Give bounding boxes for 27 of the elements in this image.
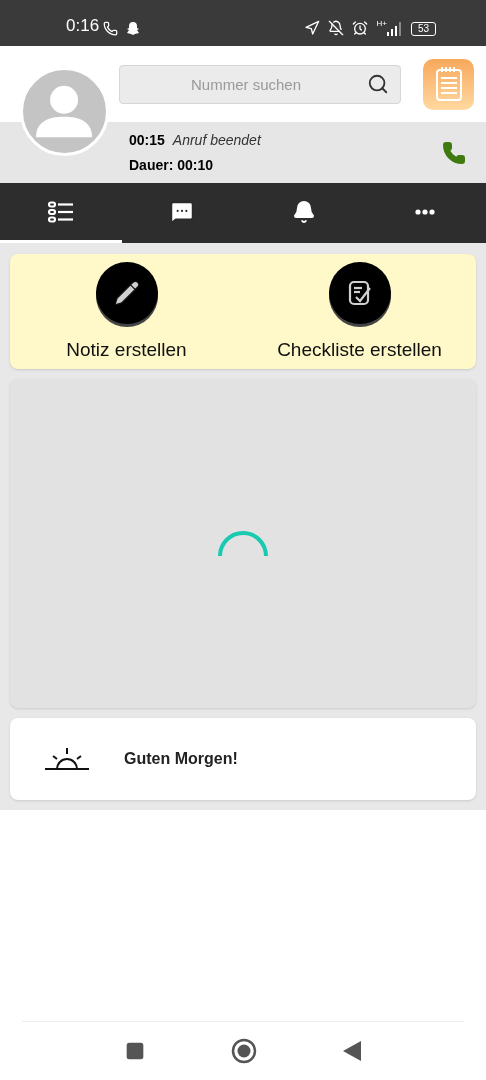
alarm-icon: [352, 20, 369, 36]
ghost-icon: [126, 21, 141, 36]
create-button[interactable]: Checkliste erstellen: [243, 254, 476, 369]
search-icon[interactable]: [367, 72, 389, 95]
call-time: 00:15: [129, 130, 165, 150]
signal-icon: [386, 22, 403, 36]
call-status: Anruf beendet: [172, 130, 261, 150]
recents-icon[interactable]: [125, 1041, 145, 1061]
call-duration: Dauer: 00:10: [129, 155, 215, 175]
phone-icon[interactable]: [442, 140, 466, 165]
bell-icon: [291, 199, 316, 224]
battery-indicator: 53: [410, 22, 436, 36]
notepad-icon: [434, 66, 463, 102]
greeting-text: Guten Morgen!: [124, 749, 238, 769]
mute-icon: [328, 20, 345, 36]
home-icon[interactable]: [231, 1038, 257, 1064]
network-label: H+: [376, 20, 387, 28]
more-icon: [415, 208, 436, 215]
search-field[interactable]: Nummer suchen: [119, 64, 401, 104]
back-icon[interactable]: [343, 1041, 361, 1061]
clock: 0:16: [66, 14, 100, 37]
pencil-icon: [112, 279, 141, 307]
create-button[interactable]: Notiz erstellen: [10, 254, 243, 369]
location-icon: [304, 20, 321, 36]
call-icon: [103, 21, 119, 36]
list-icon: [47, 200, 74, 223]
sunrise-icon: [44, 747, 90, 771]
